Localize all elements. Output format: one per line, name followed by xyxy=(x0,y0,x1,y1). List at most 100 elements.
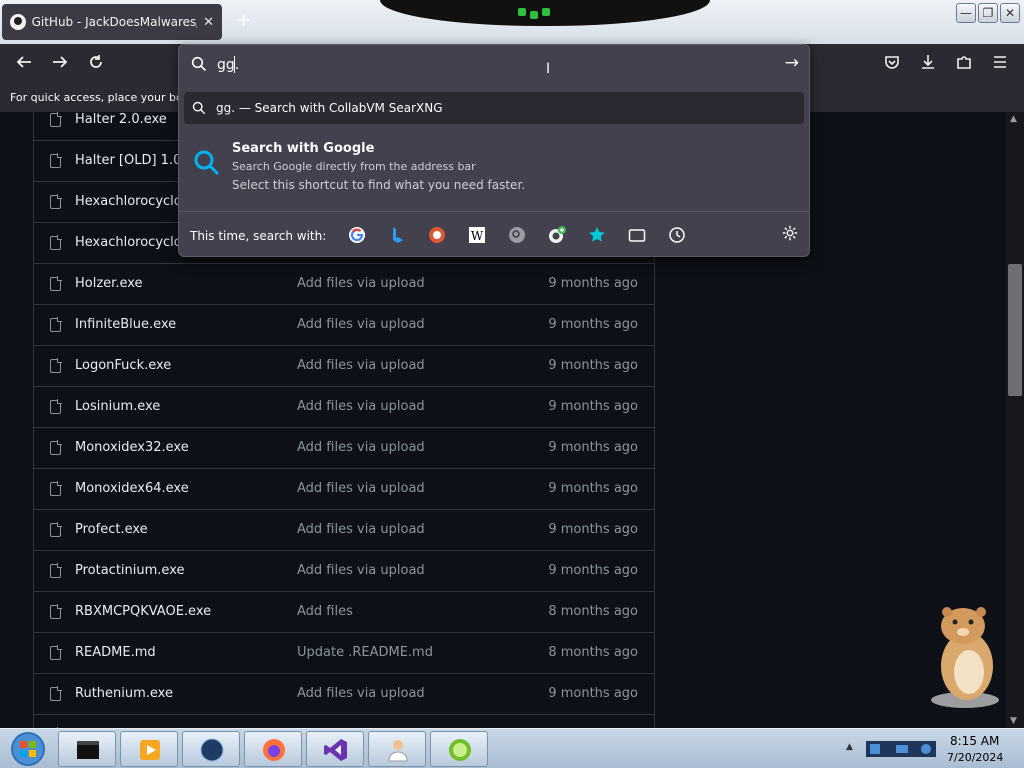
commit-message-link[interactable]: Add files via upload xyxy=(297,686,425,701)
file-icon xyxy=(50,563,62,578)
file-name-link[interactable]: Monoxidex32.exe xyxy=(75,440,189,455)
file-name-link[interactable]: README.md xyxy=(75,645,156,660)
bookmarks-icon[interactable] xyxy=(587,225,607,245)
file-row[interactable]: Monoxidex32.exe Add files via upload 9 mon… xyxy=(34,428,654,469)
mouse-ibeam-cursor-icon: I xyxy=(546,61,551,77)
wikipedia-icon[interactable]: W xyxy=(467,225,487,245)
file-row[interactable]: Protactinium.exe Add files via upload 9 mo… xyxy=(34,551,654,592)
taskbar-app-globe[interactable] xyxy=(182,731,240,767)
file-row[interactable]: Profect.exe Add files via upload 9 months … xyxy=(34,510,654,551)
taskbar-app-terminal[interactable] xyxy=(58,731,116,767)
start-orb-icon[interactable] xyxy=(3,730,53,768)
go-arrow-button[interactable]: → xyxy=(785,53,799,73)
magnifier-icon xyxy=(194,150,220,176)
commit-message-link[interactable]: Add files via upload xyxy=(297,563,425,578)
commit-message-link[interactable]: Add files xyxy=(297,604,353,619)
commit-time: 8 months ago xyxy=(548,645,638,660)
tray-expand-icon[interactable]: ▲ xyxy=(846,742,853,752)
taskbar-app-media-player[interactable] xyxy=(120,731,178,767)
file-row[interactable]: Losinium.exe Add files via upload 9 months… xyxy=(34,387,654,428)
file-name-link[interactable]: Ruthenium.exe xyxy=(75,686,173,701)
download-icon xyxy=(922,55,934,69)
file-name-link[interactable]: Protactinium.exe xyxy=(75,563,185,578)
tray-icons[interactable] xyxy=(866,738,938,760)
new-tab-button[interactable]: + xyxy=(236,10,251,31)
indicator-light xyxy=(542,8,550,16)
file-name-link[interactable]: Profect.exe xyxy=(75,522,148,537)
searxng-icon[interactable] xyxy=(507,225,527,245)
commit-message-link[interactable]: Add files via upload xyxy=(297,522,425,537)
search-with-google-tip[interactable]: Search with Google Search Google directl… xyxy=(179,133,809,211)
close-window-button[interactable]: ✕ xyxy=(1000,3,1020,23)
commit-time: 9 months ago xyxy=(548,399,638,414)
urlbar-input[interactable]: gg. xyxy=(217,57,239,73)
maximize-button[interactable]: ❐ xyxy=(978,3,998,23)
taskbar-app-lime[interactable] xyxy=(430,731,488,767)
file-icon xyxy=(50,358,62,373)
file-row[interactable]: InfiniteBlue.exe Add files via upload 9 mo… xyxy=(34,305,654,346)
file-row[interactable]: LogonFuck.exe Add files via upload 9 month… xyxy=(34,346,654,387)
top-notch-decoration xyxy=(380,0,710,26)
scroll-up-arrow-icon[interactable]: ▲ xyxy=(1010,114,1017,124)
file-row[interactable]: Ruthenium.exe Add files via upload 9 month… xyxy=(34,674,654,715)
tabs-icon[interactable] xyxy=(627,225,647,245)
commit-time: 9 months ago xyxy=(548,563,638,578)
file-row[interactable]: RBXMCPQKVAOE.exe Add files 8 months ago xyxy=(34,592,654,633)
taskbar-app-user-support[interactable] xyxy=(368,731,426,767)
tab-close-icon[interactable]: ✕ xyxy=(203,15,214,30)
file-icon xyxy=(50,440,62,455)
file-name-link[interactable]: RBXMCPQKVAOE.exe xyxy=(75,604,211,619)
commit-message-link[interactable]: Add files via upload xyxy=(297,276,425,291)
commit-message-link[interactable]: Add files via upload xyxy=(297,481,425,496)
page-scrollbar[interactable]: ▲ ▼ xyxy=(1006,112,1024,728)
downloads-button[interactable] xyxy=(916,53,940,77)
globe-icon xyxy=(200,738,224,762)
file-row[interactable]: Sulfoxide.exeAdd files8 months ago xyxy=(34,715,654,728)
commit-message-link[interactable]: Add files via upload xyxy=(297,317,425,332)
tab-github[interactable]: GitHub - JackDoesMalwares/Ge ✕ xyxy=(2,4,222,40)
commit-message-link[interactable]: Add files via upload xyxy=(297,358,425,373)
scrollbar-thumb[interactable] xyxy=(1008,264,1022,396)
text-caret xyxy=(234,56,235,73)
github-icon[interactable] xyxy=(547,225,567,245)
gear-icon[interactable] xyxy=(781,224,799,242)
clock-time[interactable]: 8:15 AM xyxy=(950,734,999,748)
forward-button[interactable] xyxy=(48,53,72,77)
history-icon[interactable] xyxy=(667,225,687,245)
file-icon xyxy=(50,317,62,332)
scroll-down-arrow-icon[interactable]: ▼ xyxy=(1010,716,1017,726)
file-name-link[interactable]: Holzer.exe xyxy=(75,276,143,291)
file-row[interactable]: Monoxidex64.exe Add files via upload 9 mon… xyxy=(34,469,654,510)
commit-message-link[interactable]: Update .README.md xyxy=(297,645,433,660)
taskbar-app-visual-studio[interactable] xyxy=(306,731,364,767)
file-name-link[interactable]: InfiniteBlue.exe xyxy=(75,317,176,332)
commit-time: 9 months ago xyxy=(548,522,638,537)
file-name-link[interactable]: Monoxidex64.exe xyxy=(75,481,189,496)
taskbar-app-firefox[interactable] xyxy=(244,731,302,767)
extensions-button[interactable] xyxy=(952,53,976,77)
tab-title: GitHub - JackDoesMalwares/Ge xyxy=(31,15,198,29)
bing-icon[interactable] xyxy=(387,225,407,245)
menu-button[interactable] xyxy=(988,53,1012,77)
clock-date[interactable]: 7/20/2024 xyxy=(947,751,1003,764)
reload-button[interactable] xyxy=(84,53,108,77)
file-name-link[interactable]: Halter 2.0.exe xyxy=(75,112,167,127)
file-name-link[interactable]: Hexachlorocycloh xyxy=(75,194,190,209)
google-icon[interactable] xyxy=(347,225,367,245)
commit-message-link[interactable]: Add files via upload xyxy=(297,399,425,414)
file-row[interactable]: README.md Update .README.md 8 months ago xyxy=(34,633,654,674)
file-row[interactable]: Holzer.exe Add files via upload 9 months a… xyxy=(34,264,654,305)
file-name-link[interactable]: LogonFuck.exe xyxy=(75,358,171,373)
back-button[interactable] xyxy=(12,53,36,77)
search-suggestion-row[interactable]: gg. — Search with CollabVM SearXNG xyxy=(184,92,804,124)
commit-time: 8 months ago xyxy=(548,604,638,619)
file-name-link[interactable]: Hexachlorocycloh xyxy=(75,235,190,250)
file-name-link[interactable]: Losinium.exe xyxy=(75,399,160,414)
duckduckgo-icon[interactable] xyxy=(427,225,447,245)
pocket-button[interactable] xyxy=(880,53,904,77)
minimize-button[interactable]: — xyxy=(956,3,976,23)
urlbar-input-row[interactable]: gg. I → xyxy=(179,45,809,85)
file-name-link[interactable]: Halter [OLD] 1.0. xyxy=(75,153,186,168)
suggestion-text: gg. — Search with CollabVM SearXNG xyxy=(216,101,443,115)
commit-message-link[interactable]: Add files via upload xyxy=(297,440,425,455)
